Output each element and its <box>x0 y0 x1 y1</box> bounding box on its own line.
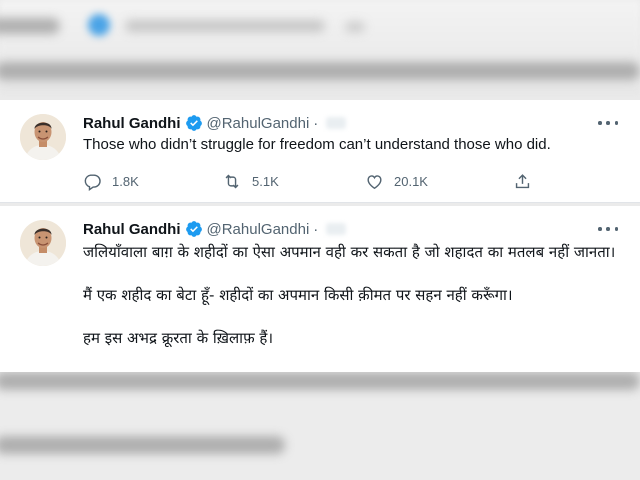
retweet-icon <box>222 172 242 191</box>
share-icon <box>513 172 532 191</box>
tweet-card-english[interactable]: Rahul Gandhi @RahulGandhi · Those who di… <box>0 100 640 203</box>
avatar[interactable] <box>20 114 66 160</box>
more-icon[interactable] <box>598 222 618 236</box>
tweet-actions: 1.8K 5.1K 20.1K <box>83 170 543 192</box>
reply-count: 1.8K <box>112 173 139 189</box>
tweet-card-hindi[interactable]: Rahul Gandhi @RahulGandhi · जलियाँवाला ब… <box>0 206 640 372</box>
tweet-header: Rahul Gandhi @RahulGandhi · <box>83 219 347 239</box>
separator-dot: · <box>313 114 319 132</box>
verified-badge-icon <box>185 114 203 132</box>
blurred-text-line-1 <box>0 372 640 390</box>
author-handle[interactable]: @RahulGandhi <box>207 115 310 132</box>
blurred-handle <box>125 20 325 32</box>
more-icon[interactable] <box>598 116 618 130</box>
tweet-text: जलियाँवाला बाग़ के शहीदों का ऐसा अपमान व… <box>83 241 623 370</box>
blurred-text-line-2 <box>0 436 285 454</box>
blurred-name <box>0 18 60 34</box>
tweet-text: Those who didn’t struggle for freedom ca… <box>83 136 551 153</box>
author-handle[interactable]: @RahulGandhi <box>207 221 310 238</box>
tweet-header: Rahul Gandhi @RahulGandhi · <box>83 113 347 133</box>
retweet-button[interactable]: 5.1K <box>222 170 279 192</box>
avatar-portrait-icon <box>20 220 66 266</box>
tweet-paragraph: मैं एक शहीद का बेटा हूँ- शहीदों का अपमान… <box>83 286 513 304</box>
avatar[interactable] <box>20 220 66 266</box>
blurred-time <box>345 22 365 32</box>
timestamp-blurred <box>326 117 347 129</box>
verified-badge-icon <box>185 220 203 238</box>
like-icon <box>365 172 384 191</box>
tweet-paragraph: हम इस अभद्र क्रूरता के ख़िलाफ़ हैं। <box>83 329 274 347</box>
author-name[interactable]: Rahul Gandhi <box>83 221 181 238</box>
retweet-count: 5.1K <box>252 173 279 189</box>
timestamp-blurred <box>326 223 347 235</box>
share-button[interactable] <box>513 170 532 192</box>
avatar-portrait-icon <box>20 114 66 160</box>
author-name[interactable]: Rahul Gandhi <box>83 115 181 132</box>
separator-dot: · <box>313 220 319 238</box>
like-count: 20.1K <box>394 173 428 189</box>
like-button[interactable]: 20.1K <box>365 170 428 192</box>
tweet-paragraph: जलियाँवाला बाग़ के शहीदों का ऐसा अपमान व… <box>83 243 616 261</box>
reply-button[interactable]: 1.8K <box>83 170 139 192</box>
reply-icon <box>83 172 102 191</box>
blurred-tweet-text <box>0 62 640 80</box>
blurred-badge <box>88 14 110 36</box>
